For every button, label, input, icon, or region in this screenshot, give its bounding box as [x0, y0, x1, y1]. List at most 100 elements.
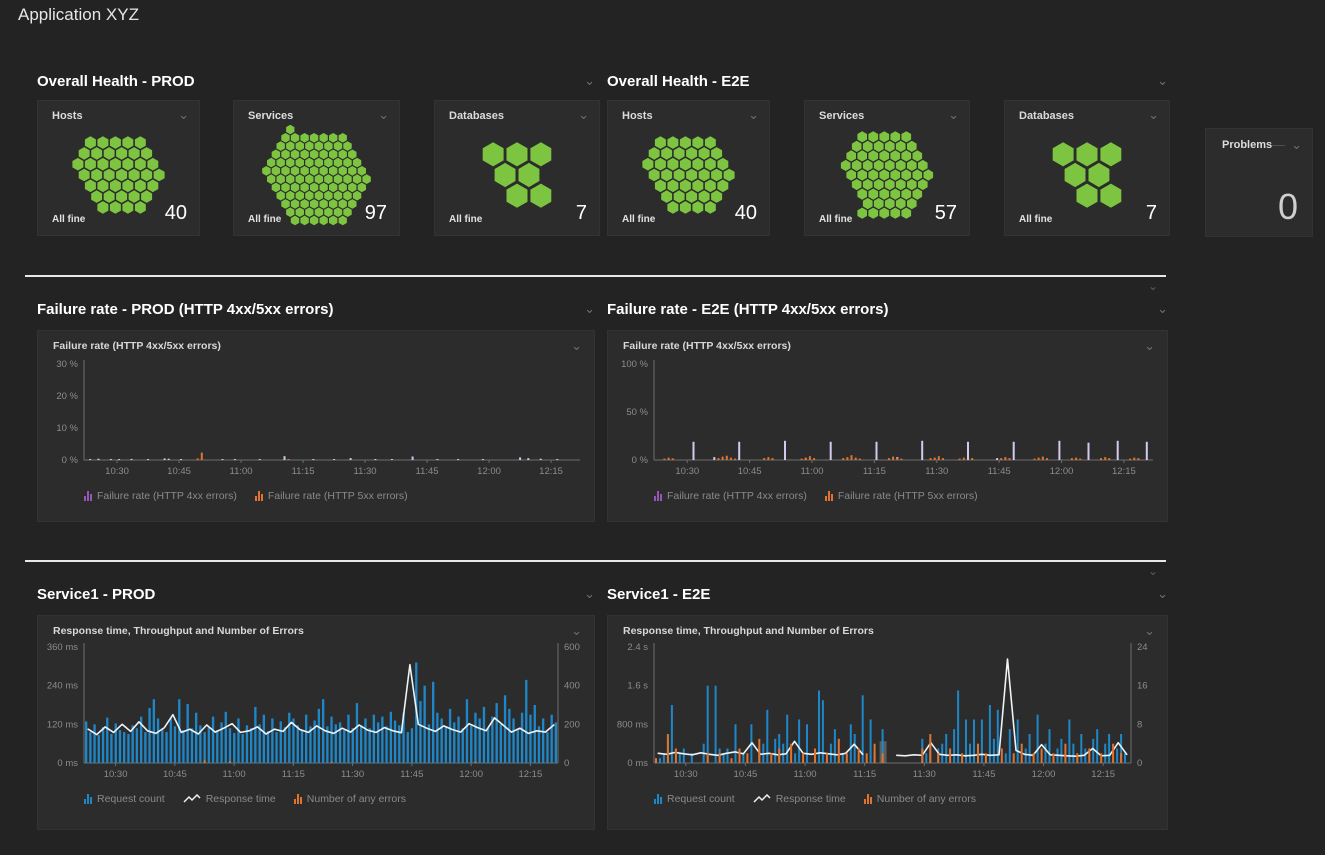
bars-icon [654, 794, 662, 804]
line-icon [753, 794, 771, 804]
legend-label: Failure rate (HTTP 5xx errors) [838, 490, 978, 502]
chevron-down-icon[interactable]: ⌄ [571, 626, 582, 636]
chevron-down-icon[interactable]: ⌄ [571, 341, 582, 351]
chart-legend: Failure rate (HTTP 4xx errors) Failure ra… [654, 490, 1167, 502]
health-honeycomb [234, 101, 399, 235]
section-header-failure-prod: Failure rate - PROD (HTTP 4xx/5xx errors… [37, 298, 595, 320]
chart-title: Response time, Throughput and Number of … [623, 625, 874, 637]
bars-icon [654, 491, 662, 501]
svg-text:11:00: 11:00 [794, 769, 817, 780]
health-honeycomb [1005, 101, 1169, 235]
chart-tile-service-e2e[interactable]: Response time, Throughput and Number of … [607, 615, 1168, 830]
legend-item[interactable]: Number of any errors [864, 793, 976, 805]
section-header-service-e2e: Service1 - E2E ⌄ [607, 583, 1168, 605]
svg-text:12:15: 12:15 [539, 466, 563, 477]
svg-text:10:30: 10:30 [675, 466, 699, 477]
legend-label: Response time [206, 793, 276, 805]
chevron-down-icon[interactable]: ⌄ [1148, 279, 1158, 293]
svg-text:12:00: 12:00 [459, 769, 483, 780]
svg-text:11:45: 11:45 [988, 466, 1011, 477]
chart-tile-failure-prod[interactable]: Failure rate (HTTP 4xx/5xx errors) ⌄ 30 … [37, 330, 595, 522]
health-tile-databases-prod[interactable]: Databases⌄All fine7 [434, 100, 600, 236]
section-title: Overall Health - PROD [37, 73, 195, 90]
chevron-down-icon[interactable]: ⌄ [1144, 341, 1155, 351]
svg-text:11:30: 11:30 [354, 466, 377, 477]
svg-text:11:45: 11:45 [400, 769, 423, 780]
legend-item[interactable]: Request count [654, 793, 735, 805]
chart-tile-failure-e2e[interactable]: Failure rate (HTTP 4xx/5xx errors) ⌄ 100… [607, 330, 1168, 522]
svg-text:11:30: 11:30 [913, 769, 936, 780]
bars-icon [84, 491, 92, 501]
legend-item[interactable]: Response time [753, 793, 846, 805]
section-header-service-prod: Service1 - PROD ⌄ [37, 583, 595, 605]
bars-icon [84, 794, 92, 804]
legend-item[interactable]: Number of any errors [294, 793, 406, 805]
section-header-health-e2e: Overall Health - E2E ⌄ [607, 70, 1168, 92]
section-title: Service1 - PROD [37, 586, 155, 603]
health-honeycomb [38, 101, 199, 235]
svg-text:11:30: 11:30 [341, 769, 364, 780]
svg-text:12:00: 12:00 [1050, 466, 1074, 477]
chevron-down-icon[interactable]: ⌄ [1157, 589, 1168, 599]
svg-text:10:30: 10:30 [105, 466, 129, 477]
legend-item[interactable]: Response time [183, 793, 276, 805]
section-divider [25, 275, 1166, 277]
svg-text:12:15: 12:15 [1091, 769, 1115, 780]
section-divider [25, 560, 1166, 562]
legend-item[interactable]: Failure rate (HTTP 5xx errors) [255, 490, 408, 502]
legend-item[interactable]: Failure rate (HTTP 5xx errors) [825, 490, 978, 502]
svg-text:11:15: 11:15 [863, 466, 886, 477]
svg-text:0: 0 [564, 758, 569, 769]
chevron-down-icon[interactable]: ⌄ [584, 589, 595, 599]
svg-text:20 %: 20 % [56, 391, 78, 402]
legend-item[interactable]: Failure rate (HTTP 4xx errors) [654, 490, 807, 502]
chevron-down-icon[interactable]: ⌄ [1148, 564, 1158, 578]
svg-text:11:45: 11:45 [416, 466, 439, 477]
svg-text:240 ms: 240 ms [47, 681, 78, 692]
svg-text:10 %: 10 % [56, 423, 78, 434]
svg-text:11:00: 11:00 [230, 466, 253, 477]
legend-label: Failure rate (HTTP 5xx errors) [268, 490, 408, 502]
chevron-down-icon[interactable]: ⌄ [1291, 140, 1302, 150]
svg-text:11:15: 11:15 [282, 769, 305, 780]
svg-text:12:15: 12:15 [1112, 466, 1136, 477]
chevron-down-icon[interactable]: ⌄ [1157, 76, 1168, 86]
legend-item[interactable]: Failure rate (HTTP 4xx errors) [84, 490, 237, 502]
line-icon [183, 794, 201, 804]
legend-label: Response time [776, 793, 846, 805]
health-tile-services-e2e[interactable]: Services⌄All fine57 [804, 100, 970, 236]
svg-text:0 %: 0 % [632, 455, 649, 466]
bars-icon [294, 794, 302, 804]
svg-text:50 %: 50 % [626, 407, 648, 418]
svg-text:200: 200 [564, 719, 580, 730]
svg-text:12:00: 12:00 [1032, 769, 1056, 780]
legend-label: Number of any errors [307, 793, 406, 805]
chart-legend: Request count Response time Number of any … [84, 793, 594, 805]
health-honeycomb [435, 101, 599, 235]
section-title: Failure rate - E2E (HTTP 4xx/5xx errors) [607, 301, 889, 318]
chevron-down-icon[interactable]: ⌄ [1144, 626, 1155, 636]
section-title: Failure rate - PROD (HTTP 4xx/5xx errors… [37, 301, 334, 318]
health-tile-hosts-e2e[interactable]: Hosts⌄All fine40 [607, 100, 770, 236]
chevron-down-icon[interactable]: ⌄ [584, 304, 595, 314]
problems-tile[interactable]: Problems ⌄ 0 [1205, 128, 1313, 237]
svg-text:11:15: 11:15 [853, 769, 876, 780]
svg-text:10:45: 10:45 [163, 769, 187, 780]
chevron-down-icon[interactable]: ⌄ [1157, 304, 1168, 314]
bars-icon [825, 491, 833, 501]
chevron-down-icon[interactable]: ⌄ [584, 76, 595, 86]
health-tile-databases-e2e[interactable]: Databases⌄All fine7 [1004, 100, 1170, 236]
failure-rate-chart-e2e: 100 %50 %0 %10:3010:4511:0011:1511:3011:… [608, 354, 1167, 486]
health-tile-hosts-prod[interactable]: Hosts⌄All fine40 [37, 100, 200, 236]
page-title: Application XYZ [18, 5, 139, 25]
legend-item[interactable]: Request count [84, 793, 165, 805]
chart-tile-service-prod[interactable]: Response time, Throughput and Number of … [37, 615, 595, 830]
problems-label: Problems [1222, 139, 1272, 151]
chart-legend: Failure rate (HTTP 4xx errors) Failure ra… [84, 490, 594, 502]
service-chart-prod: 360 ms240 ms120 ms0 ms600400200010:3010:… [38, 639, 594, 789]
legend-label: Failure rate (HTTP 4xx errors) [667, 490, 807, 502]
svg-text:2.4 s: 2.4 s [627, 642, 648, 653]
svg-text:11:30: 11:30 [925, 466, 948, 477]
svg-text:600: 600 [564, 642, 580, 653]
health-tile-services-prod[interactable]: Services⌄All fine97 [233, 100, 400, 236]
